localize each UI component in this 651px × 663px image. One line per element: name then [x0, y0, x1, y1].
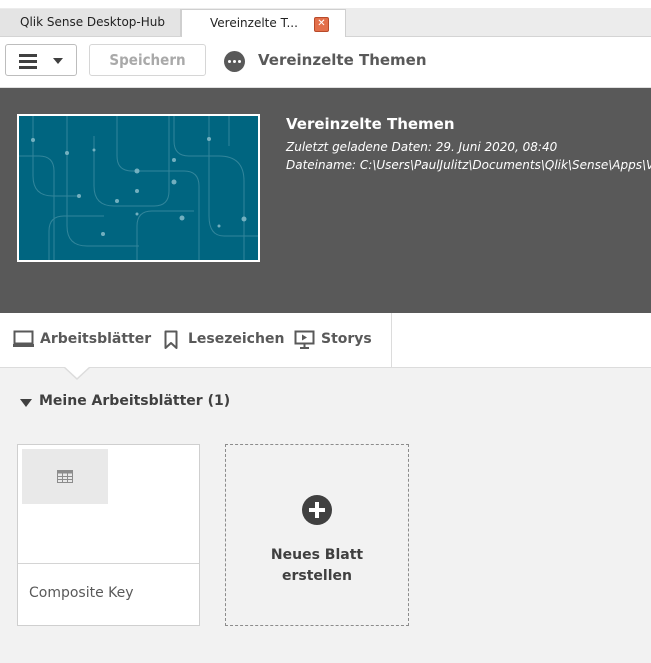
tab-sheets[interactable]: Arbeitsblätter — [13, 313, 151, 366]
create-new-sheet-label: Neues Blatt erstellen — [226, 545, 408, 587]
save-button[interactable]: Speichern — [89, 44, 206, 76]
create-new-sheet-button[interactable]: Neues Blatt erstellen — [225, 444, 409, 626]
sheet-name: Composite Key — [29, 585, 134, 601]
tab-stories-label: Storys — [321, 331, 372, 347]
tab-desktop-hub[interactable]: Qlik Sense Desktop-Hub — [0, 9, 181, 36]
nav-divider — [391, 313, 392, 367]
story-icon — [294, 330, 315, 349]
tab-label: Qlik Sense Desktop-Hub — [20, 15, 165, 29]
active-tab-pointer — [64, 366, 90, 378]
toolbar: Speichern Vereinzelte Themen — [0, 37, 651, 88]
app-title[interactable]: Vereinzelte Themen — [258, 51, 427, 69]
tab-label: Vereinzelte T... — [210, 16, 298, 30]
hamburger-icon — [19, 54, 37, 69]
create-new-sheet-label-line2: erstellen — [282, 568, 352, 584]
app-thumbnail[interactable] — [17, 114, 260, 262]
bookmark-icon — [164, 330, 178, 349]
last-loaded-text: Zuletzt geladene Daten: 29. Juni 2020, 0… — [286, 140, 558, 154]
sheet-card[interactable]: Composite Key — [17, 444, 200, 626]
tab-sheets-label: Arbeitsblätter — [40, 331, 152, 347]
filename-text: Dateiname: C:\Users\PaulJulitz\Documents… — [286, 158, 651, 172]
section-my-sheets-header[interactable]: Meine Arbeitsblätter (1) — [20, 393, 230, 409]
window-top-edge — [0, 0, 651, 8]
table-icon — [57, 470, 73, 483]
asset-tabs: Arbeitsblätter Lesezeichen Storys — [0, 313, 651, 368]
tab-bookmarks[interactable]: Lesezeichen — [164, 313, 284, 366]
app-options-icon[interactable] — [224, 51, 245, 72]
close-tab-icon[interactable]: ✕ — [314, 17, 329, 32]
create-new-sheet-label-line1: Neues Blatt — [270, 547, 364, 563]
tab-stories[interactable]: Storys — [294, 313, 372, 366]
sheet-icon — [13, 330, 34, 347]
app-overview-header: Vereinzelte Themen Zuletzt geladene Date… — [0, 88, 651, 313]
chevron-down-icon — [53, 58, 63, 64]
tab-current-app[interactable]: Vereinzelte T... ✕ — [181, 9, 346, 37]
tab-strip: Qlik Sense Desktop-Hub Vereinzelte T... … — [0, 0, 651, 37]
global-menu-button[interactable] — [5, 44, 77, 76]
app-header-title: Vereinzelte Themen — [286, 115, 455, 133]
sheet-thumbnail — [22, 449, 108, 504]
section-my-sheets-title: Meine Arbeitsblätter (1) — [39, 393, 231, 409]
tab-bookmarks-label: Lesezeichen — [188, 331, 285, 347]
app-thumbnail-pattern — [19, 116, 258, 260]
sheet-card-divider — [18, 563, 199, 564]
plus-circle-icon — [302, 495, 332, 525]
